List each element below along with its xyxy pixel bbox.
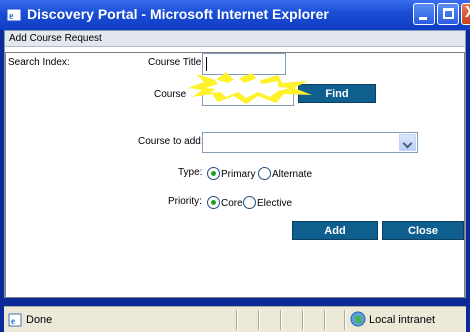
status-divider (324, 310, 326, 330)
status-divider (302, 310, 304, 330)
close-button[interactable]: Close (382, 221, 464, 240)
form-panel: Search Index: Course Title: Course Find … (5, 52, 465, 298)
close-window-button[interactable]: X (461, 3, 470, 25)
text-cursor (206, 57, 207, 71)
priority-core-radio[interactable] (207, 196, 220, 209)
status-divider (258, 310, 260, 330)
status-text: Done (26, 314, 53, 326)
priority-core-label: Core (221, 198, 243, 209)
minimize-button[interactable] (413, 3, 435, 25)
svg-text:e: e (9, 11, 14, 22)
zone-text: Local intranet (369, 314, 436, 326)
svg-text:e: e (11, 316, 15, 326)
add-button[interactable]: Add (292, 221, 378, 240)
type-alternate-radio[interactable] (258, 167, 271, 180)
type-primary-radio[interactable] (207, 167, 220, 180)
course-to-add-label: Course to add: (138, 136, 204, 147)
maximize-icon (443, 8, 454, 19)
status-divider (236, 310, 238, 330)
status-divider (344, 310, 346, 330)
page-done-icon: e (8, 313, 22, 327)
ie-icon: e (6, 8, 22, 22)
minimize-icon (419, 17, 427, 20)
window-title: Discovery Portal - Microsoft Internet Ex… (27, 6, 329, 22)
status-bar: e Done Local intranet (4, 306, 466, 332)
close-icon: X (465, 4, 470, 22)
search-index-label: Search Index: (8, 57, 70, 68)
status-divider (280, 310, 282, 330)
intranet-zone-icon (350, 311, 366, 327)
chevron-down-icon[interactable] (399, 134, 416, 151)
course-to-add-select[interactable] (202, 132, 418, 153)
type-label: Type: (178, 167, 203, 178)
type-primary-label: Primary (221, 169, 256, 180)
highlight-burst-icon (188, 72, 312, 104)
maximize-button[interactable] (437, 3, 459, 25)
section-header: Add Course Request (5, 31, 465, 47)
priority-label: Priority: (168, 196, 202, 207)
title-bar[interactable]: e Discovery Portal - Microsoft Internet … (0, 0, 470, 30)
course-title-label: Course Title: (148, 57, 205, 68)
priority-elective-radio[interactable] (243, 196, 256, 209)
type-alternate-label: Alternate (272, 169, 313, 180)
section-title: Add Course Request (9, 33, 102, 44)
browser-window: e Discovery Portal - Microsoft Internet … (0, 0, 470, 332)
page-content: Add Course Request Search Index: Course … (4, 30, 466, 298)
priority-elective-label: Elective (257, 198, 293, 209)
